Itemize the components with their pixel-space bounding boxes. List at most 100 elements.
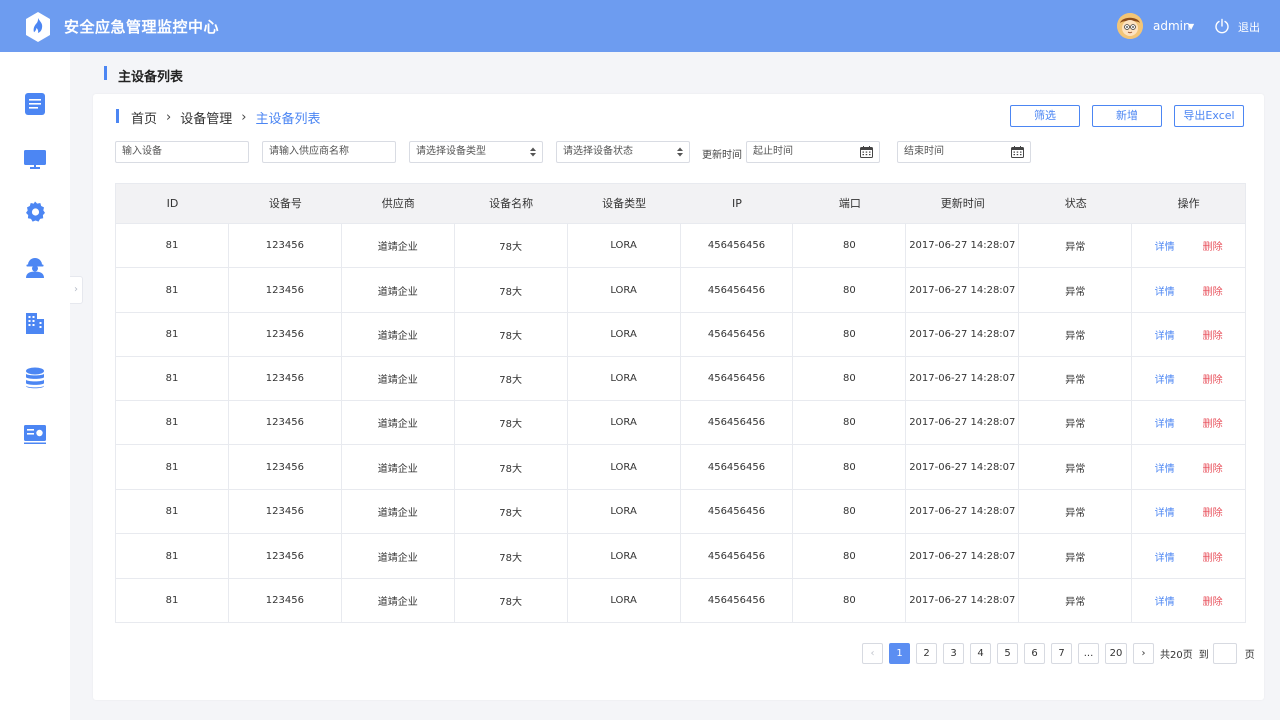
id-card-icon[interactable] [23, 422, 47, 446]
breadcrumb-device-management[interactable]: 设备管理 [180, 108, 232, 127]
start-date-input[interactable]: 起止时间 [746, 141, 880, 163]
page-button-5[interactable]: 5 [997, 643, 1018, 664]
cell-supplier: 道靖企业 [342, 224, 455, 267]
cell-device-no: 123456 [229, 534, 342, 578]
cell-device-type: LORA [568, 445, 681, 489]
page-button-2[interactable]: 2 [916, 643, 937, 664]
device-type-select[interactable]: 请选择设备类型 [409, 141, 543, 163]
delete-link[interactable]: 删除 [1203, 371, 1223, 386]
device-status-select[interactable]: 请选择设备状态 [556, 141, 690, 163]
page-ellipsis-button[interactable]: ... [1078, 643, 1099, 664]
delete-link[interactable]: 删除 [1203, 460, 1223, 475]
cell-device-no: 123456 [229, 445, 342, 489]
add-button[interactable]: 新增 [1092, 105, 1162, 127]
cell-actions: 详情 删除 [1132, 579, 1245, 622]
start-date-placeholder: 起止时间 [753, 146, 793, 157]
detail-link[interactable]: 详情 [1155, 283, 1175, 298]
table-row: 81 123456 道靖企业 78大 LORA 456456456 80 2017-06-27… [116, 533, 1245, 578]
breadcrumb-separator-icon: › [166, 110, 172, 125]
top-header: 安全应急管理监控中心 admin ▼ 退出 [0, 0, 1280, 52]
app-title: 安全应急管理监控中心 [64, 18, 220, 36]
cell-supplier: 道靖企业 [342, 268, 455, 312]
cell-actions: 详情 删除 [1132, 224, 1245, 267]
cell-status: 异常 [1019, 357, 1133, 400]
page-button-4[interactable]: 4 [970, 643, 991, 664]
device-input[interactable]: 输入设备 [115, 141, 249, 163]
device-table: ID 设备号 供应商 设备名称 设备类型 IP 端口 更新时间 状态 操作 81… [115, 183, 1246, 623]
worker-helmet-icon[interactable] [23, 255, 47, 279]
delete-link[interactable]: 删除 [1203, 238, 1223, 253]
breadcrumb-home[interactable]: 首页 [131, 108, 157, 127]
monitor-icon[interactable] [23, 147, 47, 171]
detail-link[interactable]: 详情 [1155, 593, 1175, 608]
delete-link[interactable]: 删除 [1203, 504, 1223, 519]
prev-page-button[interactable]: ‹ [862, 643, 883, 664]
sidebar-collapse-toggle[interactable]: › [70, 276, 83, 304]
page-button-7[interactable]: 7 [1051, 643, 1072, 664]
building-icon[interactable] [23, 311, 47, 335]
page-button-20[interactable]: 20 [1105, 643, 1127, 664]
detail-link[interactable]: 详情 [1155, 238, 1175, 253]
delete-link[interactable]: 删除 [1203, 283, 1223, 298]
cell-status: 异常 [1019, 401, 1133, 444]
breadcrumb: 首页 › 设备管理 › 主设备列表 [131, 108, 320, 127]
page-button-6[interactable]: 6 [1024, 643, 1045, 664]
cell-actions: 详情 删除 [1132, 401, 1245, 444]
delete-link[interactable]: 删除 [1203, 593, 1223, 608]
table-row: 81 123456 道靖企业 78大 LORA 456456456 80 2017-06-27… [116, 578, 1245, 622]
cell-port: 80 [793, 534, 907, 578]
user-avatar[interactable] [1117, 13, 1143, 39]
delete-link[interactable]: 删除 [1203, 327, 1223, 342]
goto-text: 到 [1198, 650, 1209, 661]
cell-update-time: 2017-06-27 14:28:07 [906, 534, 1020, 578]
cell-device-name: 78大 [455, 224, 568, 267]
database-icon[interactable] [23, 366, 47, 390]
cell-device-type: LORA [568, 313, 681, 356]
cell-actions: 详情 删除 [1132, 357, 1245, 400]
cell-port: 80 [793, 268, 907, 312]
delete-link[interactable]: 删除 [1203, 549, 1223, 564]
detail-link[interactable]: 详情 [1155, 327, 1175, 342]
cell-id: 81 [116, 445, 229, 489]
document-list-icon[interactable] [23, 92, 47, 116]
cell-id: 81 [116, 268, 229, 312]
cell-device-name: 78大 [455, 313, 568, 356]
update-time-label: 更新时间 [702, 150, 742, 161]
page-button-1[interactable]: 1 [889, 643, 910, 664]
next-page-button[interactable]: › [1133, 643, 1154, 664]
cell-device-type: LORA [568, 579, 681, 622]
cell-port: 80 [793, 579, 907, 622]
breadcrumb-current: 主设备列表 [255, 112, 321, 127]
page-button-3[interactable]: 3 [943, 643, 964, 664]
power-icon[interactable] [1214, 18, 1230, 34]
device-list-card: 首页 › 设备管理 › 主设备列表 筛选 新增 导出Excel 输入设备 请输入… [93, 94, 1264, 700]
export-excel-button[interactable]: 导出Excel [1174, 105, 1244, 127]
column-header-supplier: 供应商 [381, 197, 415, 210]
cell-supplier: 道靖企业 [342, 401, 455, 444]
detail-link[interactable]: 详情 [1155, 549, 1175, 564]
page-title-accent [104, 66, 107, 80]
detail-link[interactable]: 详情 [1155, 415, 1175, 430]
detail-link[interactable]: 详情 [1155, 371, 1175, 386]
cell-supplier: 道靖企业 [342, 357, 455, 400]
detail-link[interactable]: 详情 [1155, 460, 1175, 475]
cell-supplier: 道靖企业 [342, 579, 455, 622]
cell-status: 异常 [1019, 224, 1133, 267]
column-header-device-name: 设备名称 [489, 197, 534, 210]
cell-port: 80 [793, 224, 907, 267]
cell-status: 异常 [1019, 445, 1133, 489]
supplier-input[interactable]: 请输入供应商名称 [262, 141, 396, 163]
cell-supplier: 道靖企业 [342, 445, 455, 489]
delete-link[interactable]: 删除 [1203, 415, 1223, 430]
logout-link[interactable]: 退出 [1238, 19, 1260, 35]
user-dropdown-caret-icon[interactable]: ▼ [1188, 22, 1194, 31]
goto-page-input[interactable] [1212, 643, 1237, 664]
cell-ip: 456456456 [681, 490, 794, 533]
settings-gear-icon[interactable] [23, 200, 47, 224]
filter-button[interactable]: 筛选 [1010, 105, 1080, 127]
end-date-input[interactable]: 结束时间 [897, 141, 1031, 163]
user-name[interactable]: admin [1153, 19, 1191, 33]
cell-status: 异常 [1019, 579, 1133, 622]
cell-id: 81 [116, 224, 229, 267]
detail-link[interactable]: 详情 [1155, 504, 1175, 519]
